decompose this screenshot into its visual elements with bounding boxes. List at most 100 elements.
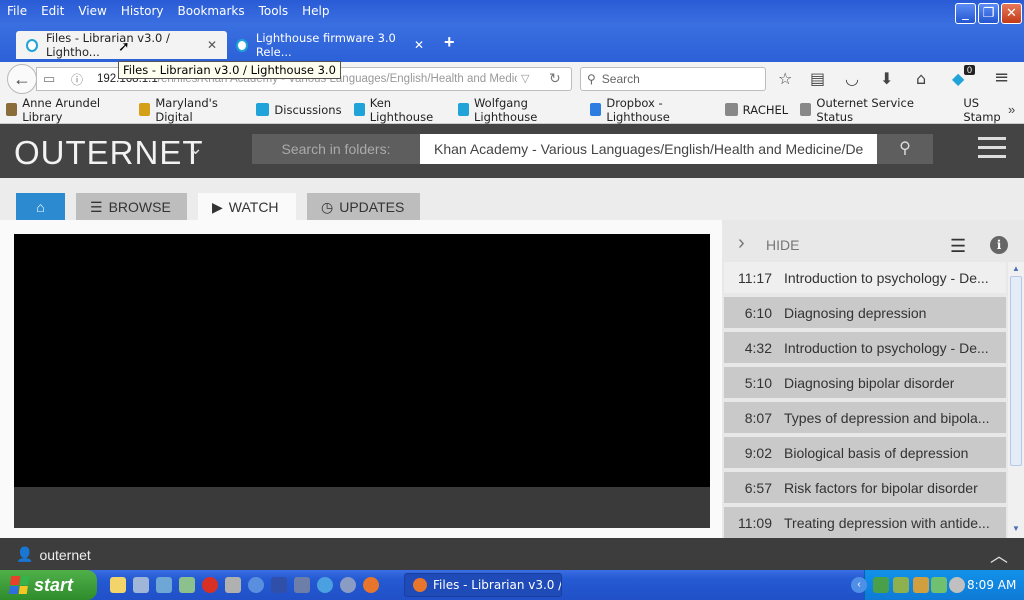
bookmark-item[interactable]: Wolfgang Lighthouse (457, 96, 578, 124)
bookmark-item[interactable]: RACHEL (724, 103, 788, 117)
outernet-favicon-icon (26, 38, 38, 52)
tab-watch[interactable]: ▶ WATCH (198, 193, 296, 221)
chevron-down-icon[interactable]: ⌄ (188, 138, 203, 159)
list-icon: ☰ (90, 198, 103, 215)
tray-network-icon[interactable] (893, 577, 909, 593)
menu-view[interactable]: View (71, 4, 113, 18)
minimize-button[interactable]: _ (955, 3, 976, 24)
app-menu-icon[interactable] (978, 137, 1006, 164)
bookmarks-overflow-icon[interactable]: » (1008, 102, 1015, 117)
quicklaunch-network-icon[interactable] (271, 577, 287, 593)
video-controls-bar[interactable] (14, 487, 710, 528)
start-button[interactable]: start (0, 570, 97, 600)
menu-tools[interactable]: Tools (252, 4, 296, 18)
hide-playlist-button[interactable]: HIDE (766, 237, 799, 253)
home-folder-tab[interactable]: ⌂ (16, 193, 65, 221)
video-title: Diagnosing bipolar disorder (784, 374, 955, 391)
outernet-logo[interactable]: OUTERNET (14, 134, 204, 172)
playlist-item[interactable]: 6:57 Risk factors for bipolar disorder (724, 472, 1006, 503)
bookmark-item[interactable]: Outernet Service Status (800, 96, 935, 124)
menu-file[interactable]: File (0, 4, 34, 18)
playlist-scrollbar[interactable]: ▲ ▼ (1008, 262, 1024, 538)
quicklaunch-satellite-icon[interactable] (294, 577, 310, 593)
reading-list-icon[interactable]: ▤ (810, 69, 825, 88)
new-tab-button[interactable]: + (444, 32, 455, 53)
dropdown-arrow-icon[interactable]: ▽ (521, 72, 529, 85)
video-duration: 9:02 (744, 444, 772, 461)
bookmark-item[interactable]: US Stamp (947, 96, 1012, 124)
quicklaunch-web-icon[interactable] (340, 577, 356, 593)
tray-expand-icon[interactable]: ‹ (851, 577, 867, 593)
taskbar-window-firefox[interactable]: Files - Librarian v3.0 /... (404, 573, 562, 597)
bookmark-item[interactable]: Anne Arundel Library (6, 96, 127, 124)
taskbar-clock: 8:09 AM (967, 578, 1017, 592)
bookmark-item[interactable]: Ken Lighthouse (353, 96, 446, 124)
playlist-item[interactable]: 4:32 Introduction to psychology - De... (724, 332, 1006, 363)
tab-close-icon[interactable]: ✕ (414, 38, 424, 52)
playlist-item[interactable]: 5:10 Diagnosing bipolar disorder (724, 367, 1006, 398)
pocket-icon[interactable]: ◡ (845, 69, 859, 88)
quicklaunch-folder-icon[interactable] (110, 577, 126, 593)
tab-browse[interactable]: ☰ BROWSE (76, 193, 187, 221)
windows-taskbar: start Files - Librarian v3.0 /... ‹ 8:09… (0, 570, 1024, 600)
reload-icon[interactable]: ↻ (549, 70, 561, 87)
quicklaunch-app-icon[interactable] (225, 577, 241, 593)
back-button[interactable]: ← (7, 64, 37, 94)
tray-wifi-icon[interactable] (931, 577, 947, 593)
tab-updates[interactable]: ◷ UPDATES (307, 193, 420, 221)
firefox-menu-icon[interactable]: ≡ (994, 67, 1009, 88)
quicklaunch-tool-icon[interactable] (179, 577, 195, 593)
downloads-icon[interactable]: ⬇ (880, 69, 893, 88)
folder-search-input[interactable]: Khan Academy - Various Languages/English… (420, 134, 877, 164)
outernet-favicon-icon (236, 38, 248, 52)
bookmark-item[interactable]: Maryland's Digital (139, 96, 244, 124)
bookmark-favicon-icon (457, 103, 469, 116)
chevron-right-icon[interactable]: › (738, 232, 745, 255)
quicklaunch-settings-icon[interactable] (156, 577, 172, 593)
menu-help[interactable]: Help (295, 4, 336, 18)
info-circle-icon[interactable]: ⓘ (71, 71, 83, 88)
tray-app-icon[interactable] (873, 577, 889, 593)
browser-search-input[interactable]: ⚲ Search (580, 67, 766, 91)
tray-volume-icon[interactable] (949, 577, 965, 593)
chevron-up-icon[interactable]: ︿ (990, 542, 1008, 568)
quicklaunch-ie-icon[interactable] (248, 577, 264, 593)
tray-security-icon[interactable] (913, 577, 929, 593)
playlist-item[interactable]: 8:07 Types of depression and bipola... (724, 402, 1006, 433)
scrollbar-thumb[interactable] (1010, 276, 1022, 466)
user-menu[interactable]: 👤 outernet (16, 546, 91, 563)
list-view-icon[interactable]: ☰ (950, 236, 966, 257)
playlist-item[interactable]: 11:09 Treating depression with antide... (724, 507, 1006, 538)
playlist-item[interactable]: 11:17 Introduction to psychology - De... (724, 262, 1006, 293)
restore-button[interactable]: ❐ (978, 3, 999, 24)
quicklaunch-calculator-icon[interactable] (133, 577, 149, 593)
bookmark-favicon-icon (724, 103, 738, 116)
firefox-icon (413, 578, 427, 592)
page-icon: ▭ (43, 71, 56, 86)
home-icon[interactable]: ⌂ (916, 69, 926, 88)
close-window-button[interactable]: ✕ (1001, 3, 1022, 24)
tab-title: Lighthouse firmware 3.0 Rele... (255, 31, 396, 59)
user-icon: 👤 (16, 546, 34, 562)
quicklaunch-firefox-icon[interactable] (363, 577, 379, 593)
bookmark-item[interactable]: Discussions (256, 103, 342, 117)
scroll-up-icon[interactable]: ▲ (1010, 264, 1022, 276)
menu-history[interactable]: History (114, 4, 171, 18)
playlist-item[interactable]: 6:10 Diagnosing depression (724, 297, 1006, 328)
video-player[interactable] (14, 234, 710, 487)
play-icon: ▶ (212, 198, 223, 215)
menu-bookmarks[interactable]: Bookmarks (171, 4, 252, 18)
tab-lighthouse-firmware[interactable]: Lighthouse firmware 3.0 Rele... ✕ (226, 31, 434, 59)
quicklaunch-opera-icon[interactable] (202, 577, 218, 593)
menu-edit[interactable]: Edit (34, 4, 71, 18)
notification-icon[interactable]: ◆ (952, 69, 964, 88)
playlist-item[interactable]: 9:02 Biological basis of depression (724, 437, 1006, 468)
bookmark-item[interactable]: Dropbox - Lighthouse (590, 96, 712, 124)
quicklaunch-globe-icon[interactable] (317, 577, 333, 593)
tab-close-icon[interactable]: ✕ (207, 38, 217, 52)
folder-search-button[interactable]: ⚲ (877, 134, 933, 164)
bookmark-star-icon[interactable]: ☆ (778, 69, 792, 88)
home-folder-icon: ⌂ (36, 199, 45, 215)
info-icon[interactable]: i (990, 236, 1008, 254)
scroll-down-icon[interactable]: ▼ (1010, 524, 1022, 536)
